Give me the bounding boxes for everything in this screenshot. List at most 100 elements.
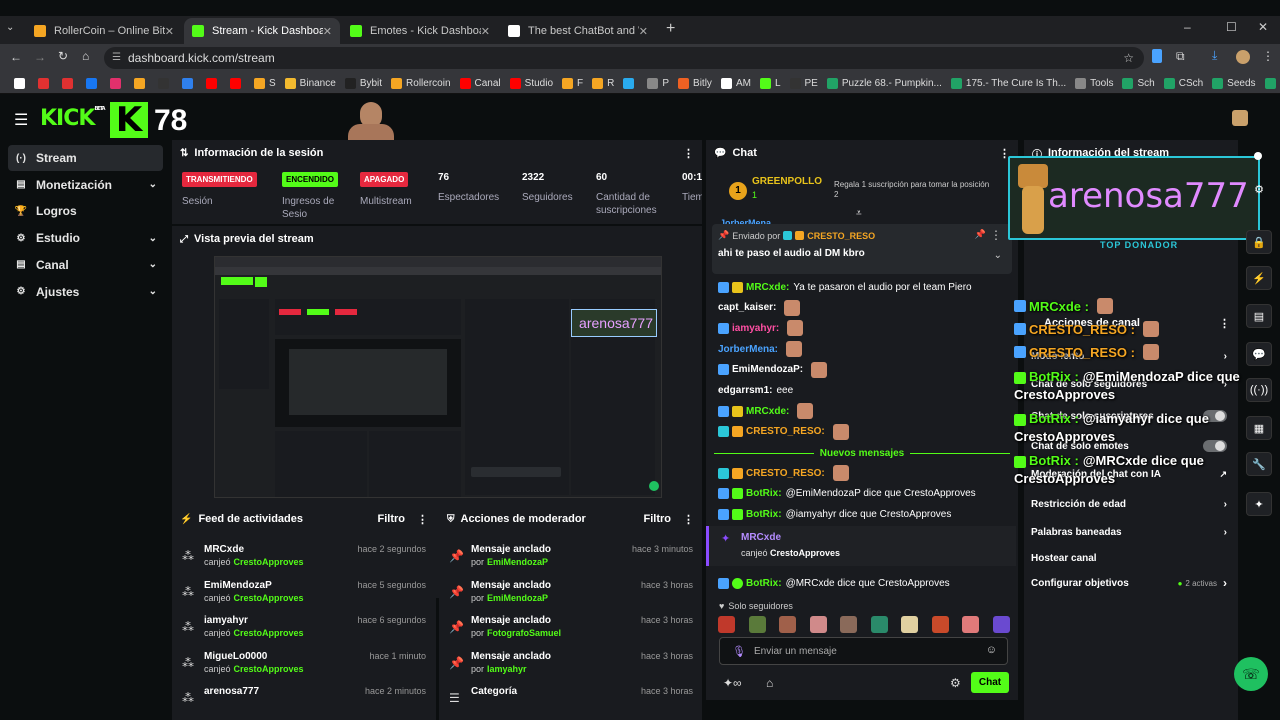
chat-message[interactable]: BotRix: @EmiMendozaP dice que CrestoAppro…: [718, 484, 976, 504]
bookmark-item[interactable]: Canal: [459, 72, 501, 93]
hamburger-menu-icon[interactable]: ☰: [14, 110, 28, 130]
chat-message[interactable]: CRESTO_RESO:: [718, 463, 849, 483]
bookmark-item[interactable]: [14, 72, 29, 93]
chat-username[interactable]: EmiMendozaP:: [732, 364, 803, 375]
chat-username[interactable]: CRESTO_RESO:: [746, 426, 825, 437]
rail-button-icon[interactable]: ((·)): [1246, 378, 1272, 402]
tab-list-button[interactable]: ⌄: [6, 22, 22, 38]
bookmark-item[interactable]: Rollercoin: [391, 72, 451, 93]
feed-row[interactable]: ⁂ iamyahyr hace 6 segundos canjeó CrestoAppr…: [180, 615, 426, 651]
emote-4[interactable]: [809, 616, 827, 633]
user-avatar[interactable]: [1232, 110, 1248, 126]
bookmark-item[interactable]: P: [647, 72, 669, 93]
bookmark-item[interactable]: [158, 72, 173, 93]
feed-row[interactable]: ⁂ MRCxde hace 2 segundos canjeó CrestoApprov…: [180, 544, 426, 580]
sidebar-item-monetización[interactable]: ▤ Monetización ⌄: [8, 172, 163, 198]
feed-menu-icon[interactable]: ⋮: [417, 513, 428, 526]
chat-username[interactable]: MRCxde:: [746, 282, 789, 293]
bookmark-item[interactable]: [86, 72, 101, 93]
chat-username[interactable]: CRESTO_RESO:: [746, 468, 825, 479]
browser-tab[interactable]: The best ChatBot and Widgets✕: [500, 18, 656, 44]
mod-action-row[interactable]: 📌 Mensaje anclado hace 3 horas por Iamyahyr: [447, 651, 693, 687]
chat-message[interactable]: iamyahyr:: [718, 318, 804, 338]
chat-username[interactable]: JorberMena:: [718, 344, 778, 355]
chat-message[interactable]: EmiMendozaP:: [718, 360, 828, 380]
bookmark-item[interactable]: [110, 72, 125, 93]
bookmark-star-icon[interactable]: ☆: [1123, 47, 1134, 69]
channel-action-row[interactable]: Restricción de edad ›: [1031, 494, 1227, 514]
bookmark-item[interactable]: AM: [720, 72, 751, 93]
bookmark-item[interactable]: CSch: [1163, 72, 1203, 93]
home-icon[interactable]: ⌂: [82, 49, 89, 63]
bookmark-item[interactable]: Sch: [1122, 72, 1155, 93]
mic-icon[interactable]: 🎙: [732, 645, 746, 658]
channel-action-row[interactable]: Palabras baneadas ›: [1031, 522, 1227, 542]
bookmark-item[interactable]: [230, 72, 245, 93]
bookmark-item[interactable]: Binance: [284, 72, 336, 93]
sidebar-item-stream[interactable]: (·) Stream: [8, 145, 163, 171]
browser-tab[interactable]: Emotes - Kick Dashboard✕: [342, 18, 498, 44]
bookmark-item[interactable]: PE: [789, 72, 818, 93]
reload-icon[interactable]: ↻: [58, 49, 68, 63]
chat-message[interactable]: capt_kaiser:: [718, 298, 801, 318]
bookmark-item[interactable]: [134, 72, 149, 93]
kick-logo[interactable]: KICKBETA: [40, 106, 106, 131]
session-menu-icon[interactable]: ⋮: [683, 147, 694, 160]
bookmark-item[interactable]: 175.- The Cure Is Th...: [950, 72, 1066, 93]
channel-actions-menu-icon[interactable]: ⋮: [1219, 317, 1230, 330]
forward-icon[interactable]: →: [34, 50, 46, 64]
chat-message[interactable]: MRCxde:: [718, 401, 814, 421]
chat-message[interactable]: edgarrsm1: eee: [718, 381, 793, 401]
extensions-puzzle-icon[interactable]: ⧉: [1176, 49, 1185, 64]
download-icon[interactable]: ⤓: [1212, 48, 1217, 63]
emote-5[interactable]: [840, 616, 858, 633]
feed-row[interactable]: ⁂ MigueLo0000 hace 1 minuto canjeó CrestoApp…: [180, 651, 426, 687]
emote-10[interactable]: [992, 616, 1010, 633]
tab-close-icon[interactable]: ✕: [639, 25, 648, 38]
chat-input[interactable]: 🎙 Enviar un mensaje ☺: [719, 637, 1008, 665]
bookmark-item[interactable]: S: [254, 72, 276, 93]
rail-button-icon[interactable]: ✦: [1246, 492, 1272, 516]
emote-1[interactable]: [718, 616, 735, 633]
tab-close-icon[interactable]: ✕: [165, 25, 174, 38]
bookmark-item[interactable]: [38, 72, 53, 93]
mod-action-row[interactable]: ☰ Categoría hace 3 horas: [447, 686, 693, 720]
stream-preview-video[interactable]: arenosa777: [214, 256, 662, 498]
feed-row[interactable]: ⁂ arenosa777 hace 2 minutos: [180, 686, 426, 720]
sidebar-item-canal[interactable]: ▤ Canal ⌄: [8, 252, 163, 278]
emote-2[interactable]: [748, 616, 766, 633]
emote-6[interactable]: [870, 616, 888, 633]
back-icon[interactable]: ←: [10, 50, 22, 64]
bookmark-item[interactable]: R: [592, 72, 614, 93]
bookmark-item[interactable]: [62, 72, 77, 93]
feed-filter-button[interactable]: Filtro: [378, 513, 406, 525]
emote-8[interactable]: [931, 616, 949, 633]
mod-action-row[interactable]: 📌 Mensaje anclado hace 3 horas por EmiMendoz…: [447, 580, 693, 616]
sidebar-item-logros[interactable]: 🏆 Logros: [8, 198, 163, 224]
rail-button-icon[interactable]: ▦: [1246, 416, 1272, 440]
store-icon[interactable]: ⌂: [766, 676, 773, 690]
bookmark-item[interactable]: [182, 72, 197, 93]
chat-message[interactable]: JorberMena:: [718, 339, 803, 359]
support-chat-button[interactable]: ☏: [1234, 657, 1268, 691]
chevron-down-icon[interactable]: ⌄: [994, 250, 1002, 261]
emote-9[interactable]: [962, 616, 980, 633]
emote-7[interactable]: [901, 616, 919, 633]
chat-username[interactable]: BotRix:: [746, 509, 782, 520]
maximize-button[interactable]: ☐: [1226, 20, 1237, 34]
rail-button-icon[interactable]: 🔧: [1246, 452, 1272, 476]
extension-icon[interactable]: [1152, 49, 1162, 63]
chat-settings-icon[interactable]: ⚙: [950, 676, 961, 690]
mod-filter-button[interactable]: Filtro: [644, 513, 672, 525]
new-messages-divider[interactable]: Nuevos mensajes: [714, 446, 1010, 460]
chat-username[interactable]: edgarrsm1:: [718, 385, 772, 396]
rail-button-icon[interactable]: ⚙: [1246, 177, 1272, 201]
bookmark-item[interactable]: F: [562, 72, 583, 93]
channel-action-row[interactable]: Hostear canal: [1031, 548, 1227, 568]
bookmark-item[interactable]: Puzzle 68.- Pumpkin...: [826, 72, 942, 93]
close-window-button[interactable]: ✕: [1258, 20, 1268, 34]
bookmark-item[interactable]: Bitly: [678, 72, 712, 93]
bookmark-item[interactable]: L: [759, 72, 781, 93]
chat-message-last[interactable]: BotRix: @MRCxde dice que CrestoApproves: [718, 573, 950, 593]
mod-action-row[interactable]: 📌 Mensaje anclado hace 3 minutos por EmiMend…: [447, 544, 693, 580]
